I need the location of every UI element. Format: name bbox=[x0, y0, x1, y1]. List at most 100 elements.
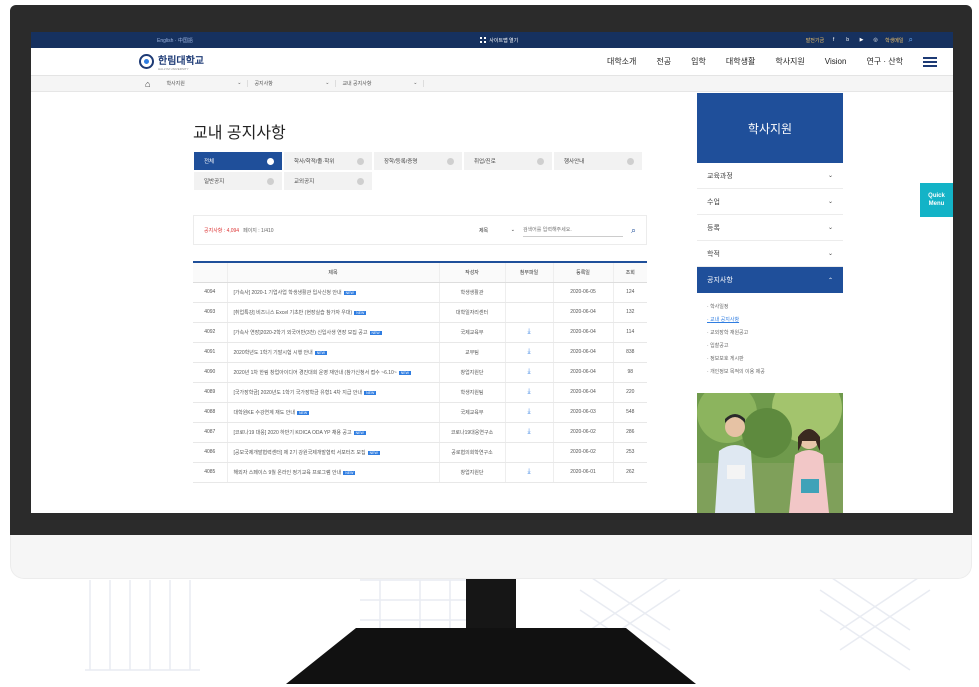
submenu-item[interactable]: · 학사일정 bbox=[707, 301, 833, 314]
row-title-text[interactable]: [가속사] 2020-1 기업사업 학생생활관 입사신청 안내 bbox=[234, 290, 342, 296]
hamburger-menu-icon[interactable] bbox=[923, 56, 937, 67]
side-item-notices[interactable]: 공지사항 ⌃ bbox=[697, 267, 843, 293]
student-mail-link[interactable]: 학생메일 bbox=[885, 37, 903, 44]
category-tab-general[interactable]: 일반공지 bbox=[193, 171, 283, 191]
row-title-text[interactable]: [국가장학금] 2020년도 1학기 국가장학금 유형1 4차 지급 안내 bbox=[234, 390, 363, 396]
nav-item-admission[interactable]: 입학 bbox=[691, 56, 706, 67]
download-icon[interactable]: ⤓ bbox=[527, 468, 530, 475]
row-title-text[interactable]: 대학원KE 수강연계 재도 안내 bbox=[234, 410, 295, 416]
top-utility-bar: English · 中国語 사이트맵 열기 발전기금 f b ▶ ◎ 학생메일 … bbox=[31, 32, 953, 48]
table-row[interactable]: 4086 [공모국제개발협력센터] 제 2기 강원국제개발협력 서포터즈 모집 NE… bbox=[193, 442, 647, 463]
table-row[interactable]: 4090 2020년 1차 한림 창업아이디어 경진대회 운영 재안내 (참가신청… bbox=[193, 362, 647, 383]
row-title-text[interactable]: [취업특강] 비즈니스 Excel 기초반 (현장실습 참가자 우대) bbox=[234, 310, 353, 316]
instagram-icon[interactable]: ◎ bbox=[871, 37, 880, 44]
university-logo[interactable]: 한림대학교 HALLYM UNIVERSITY bbox=[139, 52, 204, 71]
youtube-icon[interactable]: ▶ bbox=[857, 37, 866, 44]
blog-icon[interactable]: b bbox=[843, 37, 852, 44]
sitemap-button[interactable]: 사이트맵 열기 bbox=[480, 37, 518, 44]
home-icon[interactable]: ⌂ bbox=[145, 79, 150, 89]
row-attachment: ⤓ bbox=[504, 402, 553, 423]
submenu-item[interactable]: · 교외장학 재원공고 bbox=[707, 327, 833, 340]
table-row[interactable]: 4087 [코로나19 대응] 2020 하반기 KOICA ODA YP 채용 … bbox=[193, 422, 647, 443]
download-icon[interactable]: ⤓ bbox=[527, 408, 530, 415]
row-title-text[interactable]: [가속사 연장]2020-2학기 외국어반(3천) 신입사생 연장 모집 공고 bbox=[234, 330, 368, 336]
row-views: 262 bbox=[612, 462, 647, 483]
row-title[interactable]: 2020학년도 1학기 기말시험 시행 안내 NEW bbox=[226, 342, 439, 363]
row-title[interactable]: [공모국제개발협력센터] 제 2기 강원국제개발협력 서포터즈 모집 NEW bbox=[226, 442, 439, 463]
row-title[interactable]: [취업특강] 비즈니스 Excel 기초반 (현장실습 참가자 우대) NEW bbox=[226, 302, 439, 323]
search-icon[interactable]: ⌕ bbox=[631, 225, 636, 236]
row-views: 114 bbox=[612, 322, 647, 343]
table-row[interactable]: 4085 해외자 스페이스 9월 온라인 정기교육 프로그램 안내 NEW 창업지원단… bbox=[193, 462, 647, 483]
table-row[interactable]: 4094 [가속사] 2020-1 기업사업 학생생활관 입사신청 안내 NEW 학생… bbox=[193, 282, 647, 303]
chevron-down-icon: ⌄ bbox=[413, 80, 418, 86]
category-tabs: 전체 학사/학적/졸·학위 장학/등록/증명 취업/진로 행사안내 일반공지 교… bbox=[193, 151, 647, 191]
row-title-text[interactable]: [공모국제개발협력센터] 제 2기 강원국제개발협력 서포터즈 모집 bbox=[234, 450, 366, 456]
row-title[interactable]: [국가장학금] 2020년도 1학기 국가장학금 유형1 4차 지급 안내 NEW bbox=[226, 382, 439, 403]
row-title[interactable]: 2020년 1차 한림 창업아이디어 경진대회 운영 재안내 (참가신청서 접수… bbox=[226, 362, 439, 383]
quick-menu-button[interactable]: Quick Menu bbox=[920, 183, 953, 217]
table-body: 4094 [가속사] 2020-1 기업사업 학생생활관 입사신청 안내 NEW 학생… bbox=[193, 282, 647, 483]
side-item-registration[interactable]: 등록 ⌄ bbox=[697, 215, 843, 241]
row-number: 4090 bbox=[193, 362, 227, 383]
download-icon[interactable]: ⤓ bbox=[527, 348, 530, 355]
download-icon[interactable]: ⤓ bbox=[527, 368, 530, 375]
side-item-records[interactable]: 학적 ⌄ bbox=[697, 241, 843, 267]
row-title[interactable]: [코로나19 대응] 2020 하반기 KOICA ODA YP 채용 공고 NE… bbox=[226, 422, 439, 443]
breadcrumb-select-1[interactable]: 학사지원 ⌄ bbox=[160, 80, 249, 87]
row-number: 4089 bbox=[193, 382, 227, 403]
new-badge: NEW bbox=[343, 470, 356, 475]
submenu-item[interactable]: · 개인정보 목적의 이용 제공 bbox=[707, 366, 833, 379]
row-title-text[interactable]: 2020년 1차 한림 창업아이디어 경진대회 운영 재안내 (참가신청서 접수… bbox=[234, 370, 397, 376]
row-attachment: ⤓ bbox=[504, 342, 553, 363]
download-icon[interactable]: ⤓ bbox=[527, 428, 530, 435]
row-title-text[interactable]: 해외자 스페이스 9월 온라인 정기교육 프로그램 안내 bbox=[234, 470, 342, 476]
table-row[interactable]: 4089 [국가장학금] 2020년도 1학기 국가장학금 유형1 4차 지급 안… bbox=[193, 382, 647, 403]
nav-item-campus-life[interactable]: 대학생활 bbox=[726, 56, 755, 67]
table-row[interactable]: 4092 [가속사 연장]2020-2학기 외국어반(3천) 신입사생 연장 모집… bbox=[193, 322, 647, 343]
side-submenu: · 학사일정 · 교내 공지사항 · 교외장학 재원공고 · 입찰공고 · 정보… bbox=[697, 293, 843, 387]
nav-item-about[interactable]: 대학소개 bbox=[607, 56, 636, 67]
row-title[interactable]: 해외자 스페이스 9월 온라인 정기교육 프로그램 안내 NEW bbox=[226, 462, 439, 483]
row-title[interactable]: 대학원KE 수강연계 재도 안내 NEW bbox=[226, 402, 439, 423]
row-author: 학생생활관 bbox=[438, 282, 505, 303]
category-tab-all[interactable]: 전체 bbox=[193, 151, 283, 171]
side-item-class[interactable]: 수업 ⌄ bbox=[697, 189, 843, 215]
search-icon[interactable]: ⌕ bbox=[909, 35, 913, 45]
row-title-text[interactable]: 2020학년도 1학기 기말시험 시행 안내 bbox=[234, 350, 313, 356]
category-tab-external[interactable]: 교외공지 bbox=[283, 171, 373, 191]
search-field-select[interactable]: 제목 ⌄ bbox=[479, 227, 515, 234]
new-badge: NEW bbox=[296, 410, 310, 415]
facebook-icon[interactable]: f bbox=[829, 37, 838, 44]
nav-item-vision[interactable]: Vision bbox=[825, 57, 847, 66]
download-icon[interactable]: ⤓ bbox=[527, 388, 530, 395]
submenu-item-current[interactable]: · 교내 공지사항 bbox=[707, 314, 833, 327]
side-item-curriculum[interactable]: 교육과정 ⌄ bbox=[697, 163, 843, 189]
table-row[interactable]: 4091 2020학년도 1학기 기말시험 시행 안내 NEW 교무팀 ⤓ 2020-06… bbox=[193, 342, 647, 363]
nav-item-research[interactable]: 연구 · 산학 bbox=[866, 56, 903, 67]
row-title[interactable]: [가속사] 2020-1 기업사업 학생생활관 입사신청 안내 NEW bbox=[226, 282, 439, 303]
category-tab-events[interactable]: 행사안내 bbox=[553, 151, 643, 171]
table-row[interactable]: 4093 [취업특강] 비즈니스 Excel 기초반 (현장실습 참가자 우대) N… bbox=[193, 302, 647, 323]
breadcrumb-select-3[interactable]: 교내 공지사항 ⌄ bbox=[336, 80, 425, 87]
row-attachment bbox=[504, 282, 553, 303]
fund-link[interactable]: 발전기금 bbox=[806, 37, 824, 44]
search-input[interactable] bbox=[522, 223, 623, 237]
monitor-chin bbox=[10, 535, 972, 579]
category-tab-career[interactable]: 취업/진로 bbox=[463, 151, 553, 171]
table-header-row: 제목 작성자 첨부파일 등록일 조회 bbox=[193, 261, 647, 283]
download-icon[interactable]: ⤓ bbox=[527, 328, 530, 335]
submenu-item[interactable]: · 입찰공고 bbox=[707, 340, 833, 353]
table-row[interactable]: 4088 대학원KE 수강연계 재도 안내 NEW 국제교육부 ⤓ 2020-06-03 5… bbox=[193, 402, 647, 423]
breadcrumb-select-2[interactable]: 공지사항 ⌄ bbox=[248, 80, 337, 87]
nav-item-academic-support[interactable]: 학사지원 bbox=[775, 56, 804, 67]
row-title[interactable]: [가속사 연장]2020-2학기 외국어반(3천) 신입사생 연장 모집 공고 N… bbox=[226, 322, 439, 343]
category-tab-academic[interactable]: 학사/학적/졸·학위 bbox=[283, 151, 373, 171]
submenu-item[interactable]: · 정보보호 게시판 bbox=[707, 353, 833, 366]
language-links[interactable]: English · 中国語 bbox=[157, 37, 193, 44]
nav-item-major[interactable]: 전공 bbox=[656, 56, 671, 67]
check-dot-icon bbox=[357, 177, 364, 185]
row-number: 4094 bbox=[193, 282, 227, 303]
row-title-text[interactable]: [코로나19 대응] 2020 하반기 KOICA ODA YP 채용 공고 bbox=[234, 430, 352, 436]
category-tab-scholarship[interactable]: 장학/등록/증명 bbox=[373, 151, 463, 171]
